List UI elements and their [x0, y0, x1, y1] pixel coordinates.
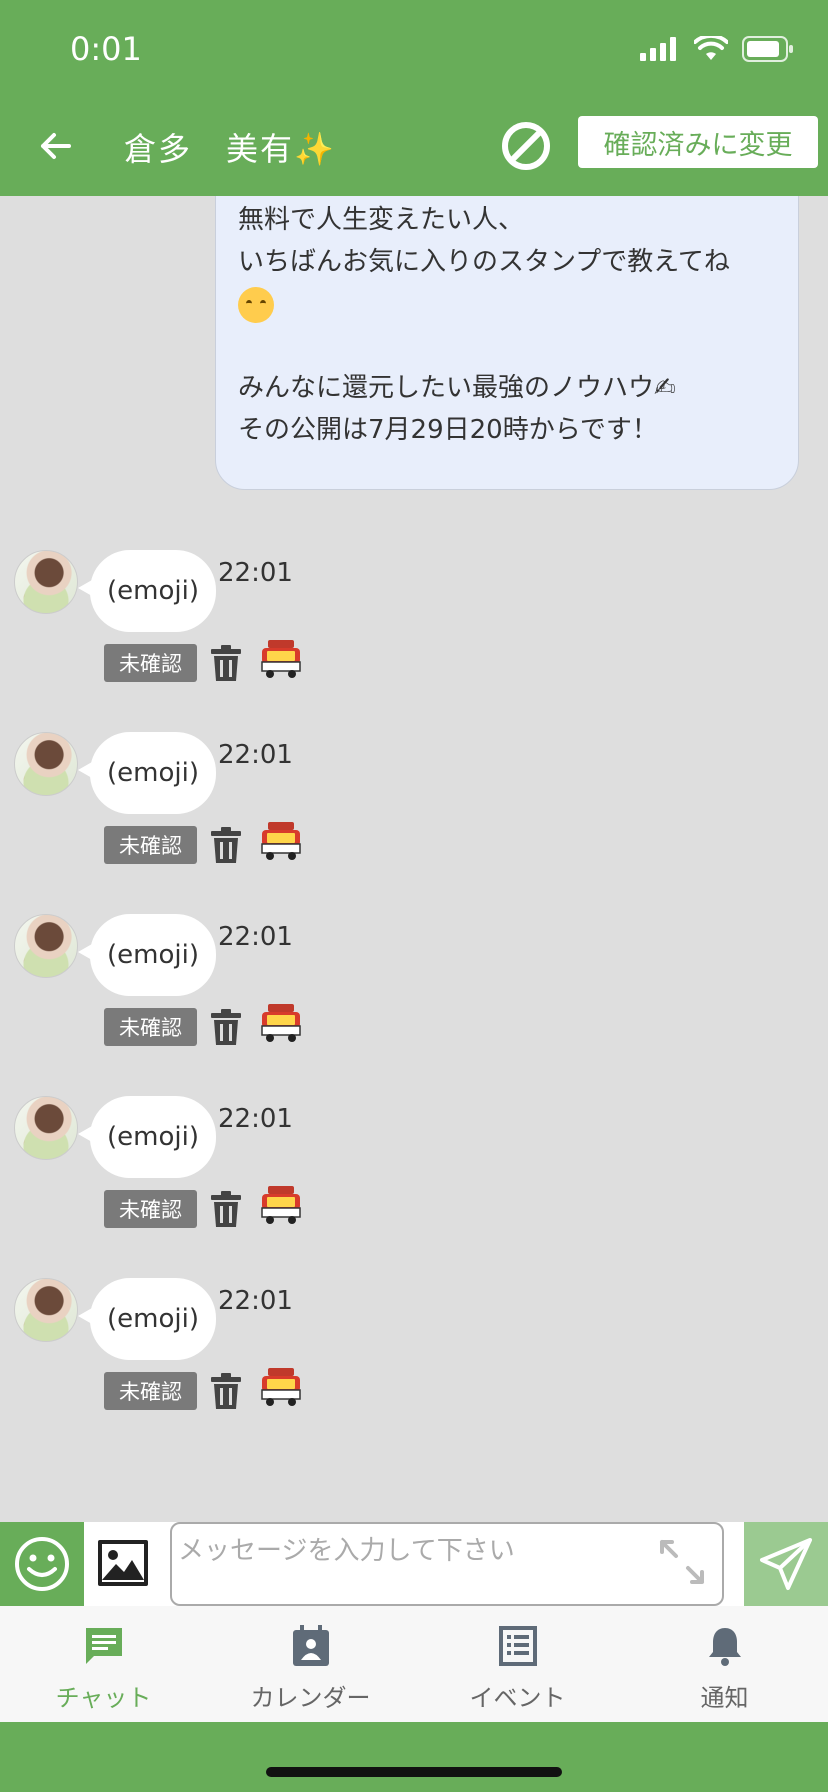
status-time: 0:01 — [70, 30, 142, 68]
chat-messages[interactable]: 無料で人生変えたい人、 いちばんお気に入りのスタンプで教えてね みんなに還元した… — [0, 196, 828, 1522]
battery-icon — [742, 36, 793, 62]
send-button[interactable] — [744, 1522, 828, 1606]
report-police-icon[interactable] — [260, 1002, 302, 1044]
image-attach-icon[interactable] — [96, 1536, 150, 1590]
tab-label: チャット — [55, 1684, 152, 1712]
avatar[interactable] — [14, 550, 78, 614]
avatar[interactable] — [14, 914, 78, 978]
message-time: 22:01 — [218, 740, 293, 770]
avatar[interactable] — [14, 1278, 78, 1342]
tab-events[interactable]: イベント — [414, 1606, 621, 1722]
mark-confirmed-button[interactable]: 確認済みに変更 — [578, 116, 818, 168]
block-icon[interactable] — [500, 120, 552, 172]
sent-line: 無料で人生変えたい人、 — [238, 205, 525, 235]
status-bar: 0:01 — [0, 0, 828, 96]
message-time: 22:01 — [218, 1104, 293, 1134]
message-row: (emoji) 22:01 未確認 — [0, 1096, 828, 1266]
message-row: (emoji) 22:01 未確認 — [0, 550, 828, 720]
tab-chat[interactable]: チャット — [0, 1606, 207, 1722]
trash-icon[interactable] — [210, 644, 242, 682]
report-police-icon[interactable] — [260, 1184, 302, 1226]
contact-name: 倉多 美有✨ — [124, 130, 336, 168]
message-row: (emoji) 22:01 未確認 — [0, 1278, 828, 1448]
received-message-bubble: (emoji) — [90, 914, 216, 996]
calendar-icon — [292, 1625, 329, 1666]
sent-line-emoji — [238, 283, 778, 325]
back-button[interactable] — [36, 126, 76, 166]
signal-icon — [640, 37, 676, 61]
unconfirmed-badge[interactable]: 未確認 — [104, 1372, 197, 1410]
expand-icon[interactable] — [656, 1536, 708, 1588]
trash-icon[interactable] — [210, 826, 242, 864]
unconfirmed-badge[interactable]: 未確認 — [104, 1008, 197, 1046]
bottom-tab-bar: チャット カレンダー イベント 通知 — [0, 1606, 828, 1722]
arrow-left-icon — [41, 133, 71, 159]
bell-icon — [708, 1628, 741, 1666]
sent-line — [238, 325, 778, 367]
trash-icon[interactable] — [210, 1008, 242, 1046]
message-composer — [0, 1522, 828, 1606]
received-message-bubble: (emoji) — [90, 1096, 216, 1178]
home-indicator-area — [0, 1722, 828, 1792]
message-time: 22:01 — [218, 1286, 293, 1316]
avatar[interactable] — [14, 1096, 78, 1160]
received-message-bubble: (emoji) — [90, 732, 216, 814]
tab-label: イベント — [469, 1684, 566, 1712]
message-time: 22:01 — [218, 922, 293, 952]
home-indicator[interactable] — [266, 1767, 562, 1777]
sent-line: その公開は7月29日20時からです！ — [238, 415, 658, 445]
unconfirmed-badge[interactable]: 未確認 — [104, 826, 197, 864]
tab-label: 通知 — [700, 1684, 749, 1712]
event-list-icon — [498, 1626, 537, 1666]
trash-icon[interactable] — [210, 1372, 242, 1410]
unconfirmed-badge[interactable]: 未確認 — [104, 644, 197, 682]
sent-line: いちばんお気に入りのスタンプで教えてね — [238, 247, 730, 277]
report-police-icon[interactable] — [260, 1366, 302, 1408]
message-time: 22:01 — [218, 558, 293, 588]
message-input[interactable] — [170, 1522, 724, 1606]
tab-label: カレンダー — [250, 1684, 371, 1712]
report-police-icon[interactable] — [260, 638, 302, 680]
tab-calendar[interactable]: カレンダー — [207, 1606, 414, 1722]
received-message-bubble: (emoji) — [90, 1278, 216, 1360]
unconfirmed-badge[interactable]: 未確認 — [104, 1190, 197, 1228]
avatar[interactable] — [14, 732, 78, 796]
message-row: (emoji) 22:01 未確認 — [0, 914, 828, 1084]
sent-message-bubble: 無料で人生変えたい人、 いちばんお気に入りのスタンプで教えてね みんなに還元した… — [215, 196, 799, 490]
emoji-picker-button[interactable] — [0, 1522, 84, 1606]
sent-line: みんなに還元したい最強のノウハウ✍ — [238, 373, 676, 403]
status-icons — [640, 36, 794, 62]
trash-icon[interactable] — [210, 1190, 242, 1228]
received-message-bubble: (emoji) — [90, 550, 216, 632]
wifi-icon — [694, 36, 728, 60]
report-police-icon[interactable] — [260, 820, 302, 862]
smiley-icon — [15, 1537, 69, 1591]
smiling-face-with-hearts-icon — [238, 286, 274, 323]
paper-plane-icon — [760, 1538, 812, 1590]
message-row: (emoji) 22:01 未確認 — [0, 732, 828, 902]
chat-icon — [85, 1628, 122, 1664]
chat-header: 倉多 美有✨ 確認済みに変更 — [0, 96, 828, 196]
tab-notifications[interactable]: 通知 — [621, 1606, 828, 1722]
